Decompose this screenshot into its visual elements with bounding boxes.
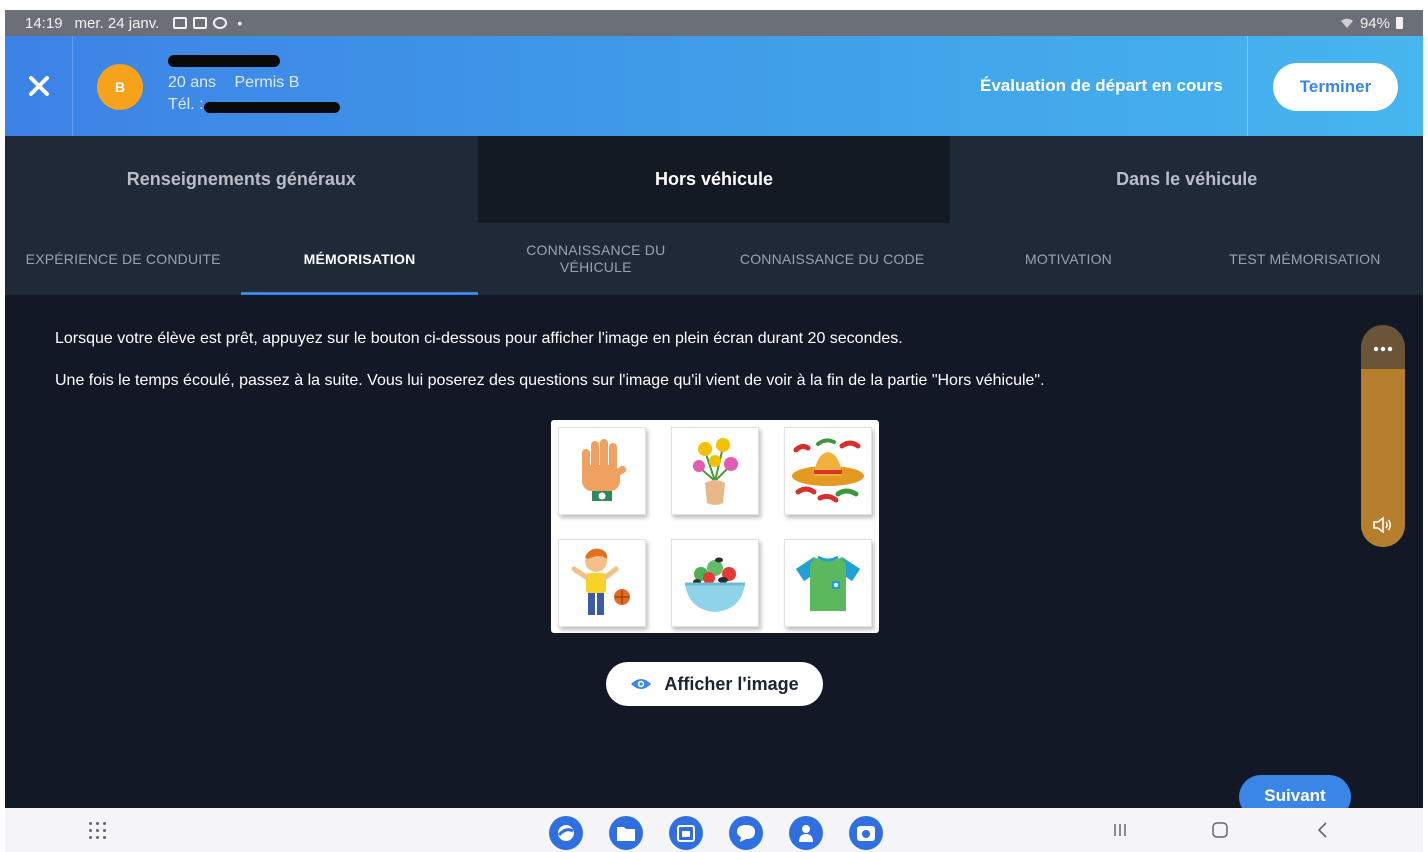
student-name-redacted [168,50,313,72]
eye-icon [631,679,652,689]
salad-bowl-icon [671,539,759,627]
screen-notification-icon [193,17,208,29]
student-phone-prefix: Tél. : [168,96,204,113]
memory-image-grid [551,420,879,633]
tab-outside-vehicle[interactable]: Hors véhicule [477,136,951,223]
messages-app-icon[interactable] [729,816,763,850]
subtab-memorization-test[interactable]: TEST MÉMORISATION [1187,223,1423,295]
tab-general-info[interactable]: Renseignements généraux [5,136,478,223]
app-drawer-icon[interactable] [89,822,107,840]
status-date: mer. 24 janv. [74,14,160,32]
speaker-icon[interactable] [1372,515,1394,535]
redaction-scribble [168,55,280,67]
tab-in-vehicle[interactable]: Dans le véhicule [950,136,1423,223]
instruction-text-2: Une fois le temps écoulé, passez à la su… [55,372,1045,389]
show-image-label: Afficher l'image [664,673,799,694]
home-icon[interactable] [1208,818,1232,842]
gallery-notification-icon [173,17,188,29]
student-age: 20 ans [168,74,217,91]
files-app-icon[interactable] [609,816,643,850]
navigation-bar [5,808,1423,852]
app-dock [549,816,883,850]
evaluation-status: Évaluation de départ en cours [980,76,1223,95]
student-license: Permis B [234,74,300,91]
sub-tabs: EXPÉRIENCE DE CONDUITE MÉMORISATION CONN… [5,223,1423,295]
boy-with-ball-icon [558,539,646,627]
camera-app-icon[interactable] [849,816,883,850]
student-info: 20 ans Permis B Tél. : [168,50,340,116]
finish-button[interactable]: Terminer [1273,63,1398,111]
redaction-scribble [204,102,340,113]
status-time: 14:19 [25,14,63,32]
record-notification-icon [213,17,228,29]
hand-icon [558,427,646,515]
session-header: B 20 ans Permis B Tél. : Évaluation de d… [5,36,1423,136]
avatar: B [97,64,143,110]
subtab-code-knowledge[interactable]: CONNAISSANCE DU CODE [714,223,950,295]
calendar-app-icon[interactable] [669,816,703,850]
show-image-button[interactable]: Afficher l'image [606,662,823,706]
contacts-app-icon[interactable] [789,816,823,850]
more-options-icon[interactable] [1361,331,1405,367]
battery-percent: 94% [1359,14,1390,32]
volume-panel[interactable] [1361,325,1405,547]
main-tabs: Renseignements généraux Hors véhicule Da… [5,136,1423,223]
instruction-text-1: Lorsque votre élève est prêt, appuyez su… [55,330,903,347]
student-phone: Tél. : [168,94,340,116]
wifi-icon [1340,18,1353,28]
notification-icons: • [173,15,242,31]
flower-vase-icon [671,427,759,515]
status-right: 94% [1340,15,1403,32]
subtab-motivation[interactable]: MOTIVATION [950,223,1186,295]
tablet-screen: 14:19 mer. 24 janv. • 94% B 20 ans Permi… [0,0,1428,852]
status-bar: 14:19 mer. 24 janv. • 94% [5,10,1423,36]
header-divider [1247,36,1248,136]
subtab-memorization[interactable]: MÉMORISATION [241,223,478,295]
close-button[interactable] [5,36,73,136]
main-content: Lorsque votre élève est prêt, appuyez su… [5,295,1423,819]
battery-icon [1396,17,1403,29]
recent-apps-icon[interactable] [1108,818,1132,842]
sombrero-icon [784,427,872,515]
browser-app-icon[interactable] [549,816,583,850]
close-icon [28,76,49,96]
student-details: 20 ans Permis B [168,72,313,94]
back-icon[interactable] [1311,818,1335,842]
subtab-driving-experience[interactable]: EXPÉRIENCE DE CONDUITE [5,223,241,295]
tshirt-icon [784,539,872,627]
more-notifications-dot: • [237,15,243,31]
subtab-vehicle-knowledge[interactable]: CONNAISSANCE DU VÉHICULE [478,223,714,295]
